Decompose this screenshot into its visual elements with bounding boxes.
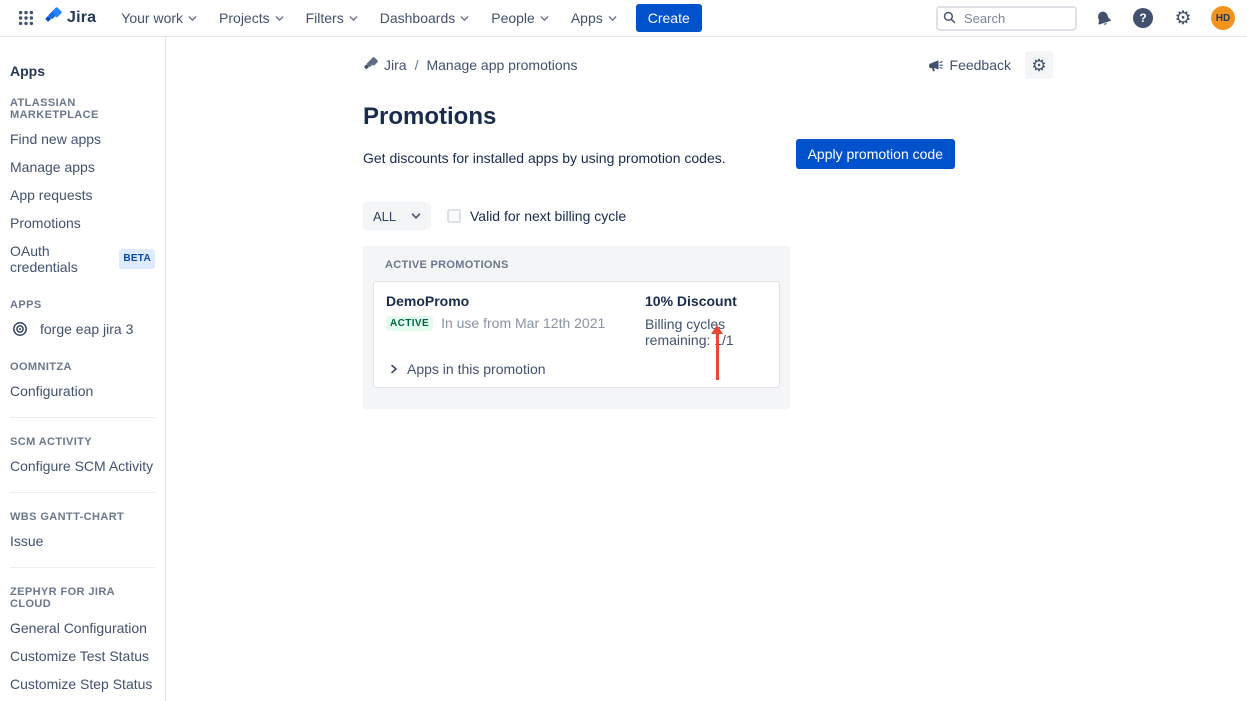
apps-sidebar: Apps ATLASSIAN MARKETPLACE Find new apps… bbox=[0, 37, 166, 701]
sidebar-item-customize-step-status[interactable]: Customize Step Status bbox=[10, 670, 155, 698]
chevron-right-icon bbox=[390, 364, 398, 374]
sidebar-heading-apps: APPS bbox=[10, 299, 155, 311]
page-title: Promotions bbox=[363, 103, 955, 131]
sidebar-heading-scm-activity: SCM ACTIVITY bbox=[10, 436, 155, 448]
sidebar-item-configuration[interactable]: Configuration bbox=[10, 377, 155, 405]
apply-promotion-code-button[interactable]: Apply promotion code bbox=[796, 139, 955, 169]
chevron-down-icon bbox=[608, 14, 617, 23]
jira-logo-icon bbox=[363, 56, 379, 75]
chevron-down-icon bbox=[411, 211, 421, 221]
help-icon: ? bbox=[1133, 8, 1153, 28]
target-icon bbox=[12, 321, 28, 337]
dropdown-selected-value: ALL bbox=[373, 209, 396, 224]
sidebar-item-customize-test-status[interactable]: Customize Test Status bbox=[10, 642, 155, 670]
chevron-down-icon bbox=[275, 14, 284, 23]
notifications-button[interactable] bbox=[1091, 6, 1115, 30]
sidebar-item-promotions[interactable]: Promotions bbox=[10, 209, 155, 237]
promotion-filter-dropdown[interactable]: ALL bbox=[363, 202, 431, 230]
sidebar-title: Apps bbox=[10, 63, 155, 79]
promotion-discount: 10% Discount bbox=[645, 293, 767, 309]
nav-people[interactable]: People bbox=[480, 3, 560, 33]
sidebar-divider bbox=[10, 417, 155, 418]
apps-in-promotion-expander[interactable]: Apps in this promotion bbox=[386, 361, 767, 377]
nav-dashboards[interactable]: Dashboards bbox=[369, 3, 481, 33]
jira-logo-icon bbox=[44, 6, 63, 30]
sidebar-item-issue[interactable]: Issue bbox=[10, 527, 155, 555]
gear-icon: ⚙ bbox=[1031, 57, 1046, 74]
status-badge: ACTIVE bbox=[386, 316, 433, 331]
billing-cycles-remaining: Billing cycles remaining: 1/1 bbox=[645, 316, 767, 348]
top-navigation-bar: Jira Your work Projects Filters Dashboar… bbox=[0, 0, 1247, 37]
sidebar-divider bbox=[10, 492, 155, 493]
chevron-down-icon bbox=[540, 14, 549, 23]
nav-projects[interactable]: Projects bbox=[208, 3, 295, 33]
chevron-down-icon bbox=[349, 14, 358, 23]
breadcrumb-current[interactable]: Manage app promotions bbox=[426, 57, 577, 73]
gear-icon: ⚙ bbox=[1174, 9, 1191, 28]
create-button[interactable]: Create bbox=[636, 4, 702, 32]
help-button[interactable]: ? bbox=[1131, 6, 1155, 30]
search-input[interactable] bbox=[936, 6, 1077, 31]
app-switcher-icon[interactable] bbox=[14, 6, 38, 30]
page-settings-button[interactable]: ⚙ bbox=[1025, 51, 1053, 79]
billing-cycle-checkbox-label[interactable]: Valid for next billing cycle bbox=[470, 208, 626, 224]
sidebar-heading-oomnitza: OOMNITZA bbox=[10, 361, 155, 373]
jira-logo[interactable]: Jira bbox=[44, 6, 96, 30]
sidebar-heading-wbs-gantt-chart: WBS GANTT-CHART bbox=[10, 511, 155, 523]
nav-your-work[interactable]: Your work bbox=[110, 3, 208, 33]
settings-button[interactable]: ⚙ bbox=[1171, 6, 1195, 30]
sidebar-divider bbox=[10, 567, 155, 568]
page-description: Get discounts for installed apps by usin… bbox=[363, 145, 726, 166]
panel-heading: ACTIVE PROMOTIONS bbox=[385, 259, 780, 271]
notification-bell-icon bbox=[1092, 7, 1113, 28]
main-content: Jira / Manage app promotions Feedback bbox=[166, 37, 1247, 701]
chevron-down-icon bbox=[460, 14, 469, 23]
megaphone-icon bbox=[928, 58, 944, 73]
nav-filters[interactable]: Filters bbox=[295, 3, 369, 33]
chevron-down-icon bbox=[188, 14, 197, 23]
feedback-button[interactable]: Feedback bbox=[928, 57, 1011, 73]
sidebar-item-find-new-apps[interactable]: Find new apps bbox=[10, 125, 155, 153]
product-name: Jira bbox=[67, 9, 96, 27]
search-icon bbox=[943, 11, 956, 24]
search-container bbox=[936, 6, 1077, 31]
active-promotions-panel: ACTIVE PROMOTIONS DemoPromo ACTIVE In us… bbox=[363, 246, 790, 409]
sidebar-heading-zephyr: ZEPHYR FOR JIRA CLOUD bbox=[10, 586, 155, 610]
billing-cycle-checkbox[interactable] bbox=[447, 209, 461, 223]
sidebar-item-general-configuration[interactable]: General Configuration bbox=[10, 614, 155, 642]
promotion-name: DemoPromo bbox=[386, 293, 645, 309]
breadcrumb-separator: / bbox=[415, 57, 419, 73]
sidebar-item-app-requests[interactable]: App requests bbox=[10, 181, 155, 209]
primary-navigation: Your work Projects Filters Dashboards Pe… bbox=[110, 3, 627, 33]
nav-apps[interactable]: Apps bbox=[560, 3, 628, 33]
promotion-card: DemoPromo ACTIVE In use from Mar 12th 20… bbox=[373, 281, 780, 388]
sidebar-item-configure-scm-activity[interactable]: Configure SCM Activity bbox=[10, 452, 155, 480]
sidebar-heading-atlassian-marketplace: ATLASSIAN MARKETPLACE bbox=[10, 97, 155, 121]
beta-badge: BETA bbox=[119, 249, 155, 269]
sidebar-item-forge-eap-jira-3[interactable]: forge eap jira 3 bbox=[10, 315, 155, 343]
promotion-in-use-text: In use from Mar 12th 2021 bbox=[441, 315, 605, 331]
breadcrumb: Jira / Manage app promotions bbox=[363, 56, 577, 75]
sidebar-item-manage-apps[interactable]: Manage apps bbox=[10, 153, 155, 181]
breadcrumb-jira-link[interactable]: Jira bbox=[363, 56, 407, 75]
sidebar-item-oauth-credentials[interactable]: OAuth credentials BETA bbox=[10, 237, 155, 281]
user-avatar[interactable]: HD bbox=[1211, 6, 1235, 30]
